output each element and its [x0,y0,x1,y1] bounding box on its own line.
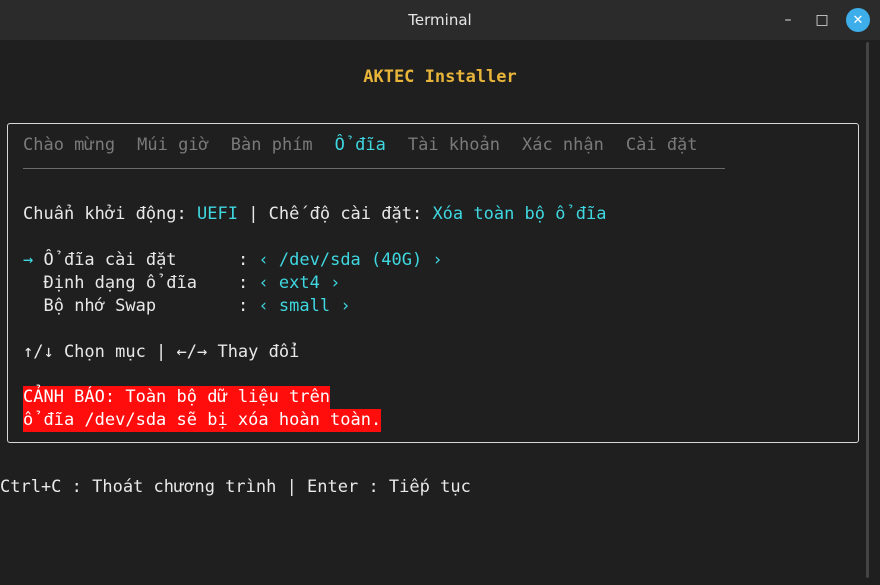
option-label: Định dạng ổ đĩa [43,273,228,293]
window-title: Terminal [408,11,472,29]
tab-account: Tài khoản [407,135,500,155]
option-row-disk[interactable]: → Ổ đĩa cài đặt : ‹ /dev/sda (40G) › [23,250,443,270]
boot-mode-line: Chuẩn khởi động: UEFI | Chế độ cài đặt: … [23,204,606,224]
option-cursor-blank [23,296,43,316]
tab-keyboard: Bàn phím [230,135,313,155]
option-cursor-blank [23,273,43,293]
warning-line-2: ổ đĩa /dev/sda sẽ bị xóa hoàn toàn. [23,409,382,432]
tab-install: Cài đặt [625,135,698,155]
step-tabs: Chào mừng Múi giờ Bàn phím Ổ đĩa Tài kho… [23,135,698,155]
option-label: Bộ nhớ Swap [43,296,228,316]
option-row-swap[interactable]: Bộ nhớ Swap : ‹ small › [23,296,350,316]
option-colon: : [227,296,259,316]
option-value-selector[interactable]: ‹ ext4 › [258,273,340,293]
tab-disk: Ổ đĩa [334,135,386,155]
option-row-format[interactable]: Định dạng ổ đĩa : ‹ ext4 › [23,273,340,293]
mode-value: Xóa toàn bộ ổ đĩa [432,204,607,224]
option-label: Ổ đĩa cài đặt [43,250,228,270]
tab-confirm: Xác nhận [521,135,604,155]
boot-label: Chuẩn khởi động: [23,204,197,224]
selection-cursor-icon: → [23,250,44,270]
boot-value: UEFI [197,204,238,224]
close-icon[interactable]: ✕ [846,8,870,32]
window-titlebar: Terminal – □ ✕ [0,0,880,40]
installer-title: AKTEC Installer [363,67,517,87]
option-value-selector[interactable]: ‹ /dev/sda (40G) › [258,250,442,270]
option-colon: : [227,250,259,270]
terminal-view[interactable]: AKTEC Installer Chào mừng Múi giờ Bàn ph… [0,40,880,585]
installer-panel: Chào mừng Múi giờ Bàn phím Ổ đĩa Tài kho… [7,123,859,443]
tab-timezone: Múi giờ [137,135,209,155]
help-line: ↑/↓ Chọn mục | ←/→ Thay đổi [23,342,300,362]
option-colon: : [227,273,259,293]
footer-hint: Ctrl+C : Thoát chương trình | Enter : Ti… [0,477,471,497]
tab-divider [23,168,725,169]
tab-welcome: Chào mừng [23,135,116,155]
maximize-icon[interactable]: □ [810,8,834,32]
option-value-selector[interactable]: ‹ small › [258,296,350,316]
warning-line-1: CẢNH BÁO: Toàn bộ dữ liệu trên [23,386,331,409]
minimize-icon[interactable]: – [776,8,800,32]
boot-separator: | [237,204,269,224]
mode-label: Chế độ cài đặt: [268,204,433,224]
